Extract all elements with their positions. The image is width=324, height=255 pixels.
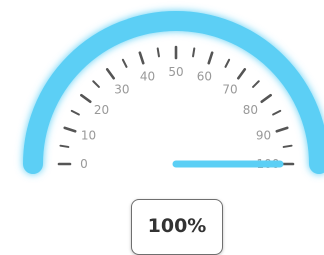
gauge-tick-label: 10 [81, 129, 96, 143]
gauge-tick-label: 40 [140, 70, 155, 84]
gauge-tick-label: 20 [94, 103, 109, 117]
gauge-minor-tick [224, 58, 231, 68]
gauge-tick-labels: 0102030405060708090100 [80, 65, 279, 171]
gauge-major-tick [237, 68, 247, 80]
gauge-minor-tick [70, 109, 80, 116]
gauge-major-tick [63, 126, 77, 133]
gauge-tick-label: 30 [114, 83, 129, 97]
gauge-major-tick [105, 68, 115, 80]
gauge-tick-label: 90 [256, 129, 271, 143]
gauge-minor-tick [272, 109, 282, 116]
gauge-minor-tick [192, 47, 196, 58]
gauge-tick-label: 0 [80, 157, 88, 171]
value-readout-box: 100% [131, 199, 223, 255]
gauge-tick-label: 50 [168, 65, 183, 79]
gauge-minor-tick [156, 47, 160, 58]
gauge-major-tick [260, 93, 272, 103]
gauge-major-tick [80, 93, 92, 103]
gauge-tick-label: 70 [222, 83, 237, 97]
gauge-minor-tick [59, 144, 70, 148]
gauge-minor-tick [121, 58, 128, 68]
gauge-tick-label: 80 [243, 103, 258, 117]
gauge-major-tick [275, 126, 289, 133]
gauge-arc [23, 11, 324, 174]
gauge-minor-tick [252, 80, 260, 88]
gauge-major-tick [207, 51, 214, 65]
gauge-minor-tick [92, 80, 100, 88]
value-readout: 100% [147, 214, 207, 237]
gauge-minor-tick [282, 144, 293, 148]
gauge-major-tick [138, 51, 145, 65]
gauge-tick-label: 60 [197, 70, 212, 84]
